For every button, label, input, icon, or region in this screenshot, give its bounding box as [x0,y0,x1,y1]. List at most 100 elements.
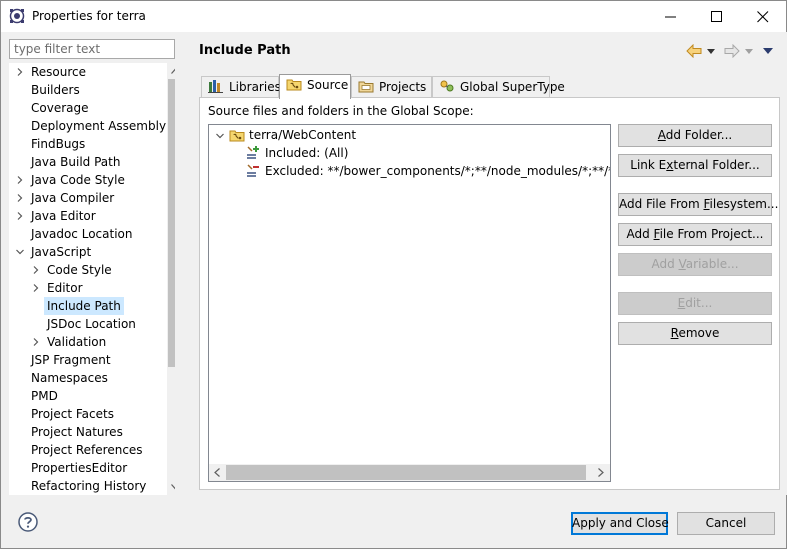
tree-item-label: Java Code Style [31,173,125,187]
tree-item-java-build-path[interactable]: Java Build Path [10,153,167,171]
tree-item-editor[interactable]: Editor [10,279,167,297]
help-button[interactable] [18,512,38,532]
expand-toggle[interactable] [15,171,25,189]
tree-vertical-scrollbar[interactable] [167,63,175,495]
add-folder-button[interactable]: Add Folder... [618,124,772,147]
source-section-label: Source files and folders in the Global S… [208,104,474,118]
tree-item-project-references[interactable]: Project References [10,441,167,459]
scroll-right-button[interactable] [593,464,610,481]
tree-item-project-natures[interactable]: Project Natures [10,423,167,441]
expand-toggle[interactable] [31,261,41,279]
tree-item-namespaces[interactable]: Namespaces [10,369,167,387]
tree-item-pmd[interactable]: PMD [10,387,167,405]
source-folder-icon [229,127,245,143]
tree-item-java-editor[interactable]: Java Editor [10,207,167,225]
tab-label: Global SuperType [460,80,565,94]
view-menu-button[interactable] [761,41,775,61]
minimize-icon [665,16,676,18]
panel-sash[interactable] [182,32,190,495]
tree-item-propertieseditor[interactable]: PropertiesEditor [10,459,167,477]
add-file-from-project-button[interactable]: Add File From Project... [618,223,772,246]
filter-input[interactable] [9,39,175,59]
tree-item-jsdoc-location[interactable]: JSDoc Location [10,315,167,333]
exclusion-filter-icon [245,163,261,179]
window-title: Properties for terra [32,9,146,23]
expand-toggle[interactable] [215,126,225,144]
tree-item-findbugs[interactable]: FindBugs [10,135,167,153]
expand-toggle[interactable] [15,243,25,261]
source-tab-content: Source files and folders in the Global S… [199,97,780,490]
cancel-button[interactable]: Cancel [677,512,775,535]
tree-item-javascript[interactable]: JavaScript [10,243,167,261]
scroll-up-button[interactable] [167,63,175,79]
dropdown-arrow-icon [745,49,753,54]
source-tree-item[interactable]: Excluded: **/bower_components/*;**/node_… [209,162,610,180]
tree-item-refactoring-history[interactable]: Refactoring History [10,477,167,495]
tree-item-label: Java Compiler [31,191,115,205]
forward-button[interactable] [723,41,753,61]
back-button[interactable] [685,41,715,61]
tab-source[interactable]: Source [279,74,351,99]
tree-item-java-compiler[interactable]: Java Compiler [10,189,167,207]
tab-label: Source [307,78,349,92]
edit-button[interactable]: Edit... [618,292,772,315]
tree-item-label: JSDoc Location [47,317,136,331]
tree-item-resource[interactable]: Resource [10,63,167,81]
source-tree-item[interactable]: terra/WebContent [209,126,610,144]
tree-item-project-facets[interactable]: Project Facets [10,405,167,423]
libraries-icon [208,80,223,93]
tree-item-label: Java Build Path [31,155,121,169]
tree-item-include-path[interactable]: Include Path [10,297,167,315]
source-tree-item[interactable]: Included: (All) [209,144,610,162]
chevron-down-icon [16,249,24,255]
remove-button[interactable]: Remove [618,322,772,345]
tree-item-label: Editor [47,281,83,295]
expand-toggle[interactable] [15,63,25,81]
source-folder-icon [229,130,245,142]
tab-projects[interactable]: Projects [351,76,432,98]
tree-item-label: Refactoring History [31,479,147,493]
link-external-folder-button[interactable]: Link External Folder... [618,154,772,177]
chevron-right-icon [598,468,604,477]
expand-toggle[interactable] [31,333,41,351]
tree-item-deployment-assembly[interactable]: Deployment Assembly [10,117,167,135]
scroll-down-button[interactable] [167,479,175,495]
chevron-right-icon [33,338,39,346]
horizontal-scroll-thumb[interactable] [226,465,586,480]
expand-toggle[interactable] [15,207,25,225]
source-tree[interactable]: Excluded: **/bower_components/*;**/node_… [208,124,611,482]
tree-item-label: Coverage [31,101,89,115]
close-button[interactable] [740,1,786,32]
chevron-up-icon [171,68,175,74]
chevron-right-icon [33,266,39,274]
tree-item-label: Include Path [44,297,124,315]
tree-item-code-style[interactable]: Code Style [10,261,167,279]
tree-item-jsp-fragment[interactable]: JSP Fragment [10,351,167,369]
tab-libraries[interactable]: Libraries [201,76,281,98]
source-tree-horizontal-scrollbar[interactable] [209,464,610,481]
arrow-left-icon [686,44,702,58]
source-folder-icon [286,79,302,91]
scroll-thumb[interactable] [168,79,175,367]
tree-item-java-code-style[interactable]: Java Code Style [10,171,167,189]
view-menu-icon [763,48,773,54]
scroll-left-button[interactable] [209,464,226,481]
tree-item-javadoc-location[interactable]: Javadoc Location [10,225,167,243]
maximize-button[interactable] [694,1,740,32]
tree-item-coverage[interactable]: Coverage [10,99,167,117]
tree-item-label: FindBugs [31,137,86,151]
tree-item-label: Project References [31,443,143,457]
source-tree-item-label: Excluded: **/bower_components/*;**/node_… [265,164,611,178]
history-navigation [685,41,780,61]
expand-toggle[interactable] [15,189,25,207]
tree-item-validation[interactable]: Validation [10,333,167,351]
chevron-right-icon [17,176,23,184]
apply-and-close-button[interactable]: Apply and Close [571,512,669,535]
tree-item-builders[interactable]: Builders [10,81,167,99]
minimize-button[interactable] [648,1,694,32]
expand-toggle[interactable] [31,279,41,297]
add-variable-button[interactable]: Add Variable... [618,253,772,276]
tab-global-supertype[interactable]: Global SuperType [432,76,565,98]
tree-item-label: PMD [31,389,58,403]
add-file-from-filesystem-button[interactable]: Add File From Filesystem... [618,193,778,216]
